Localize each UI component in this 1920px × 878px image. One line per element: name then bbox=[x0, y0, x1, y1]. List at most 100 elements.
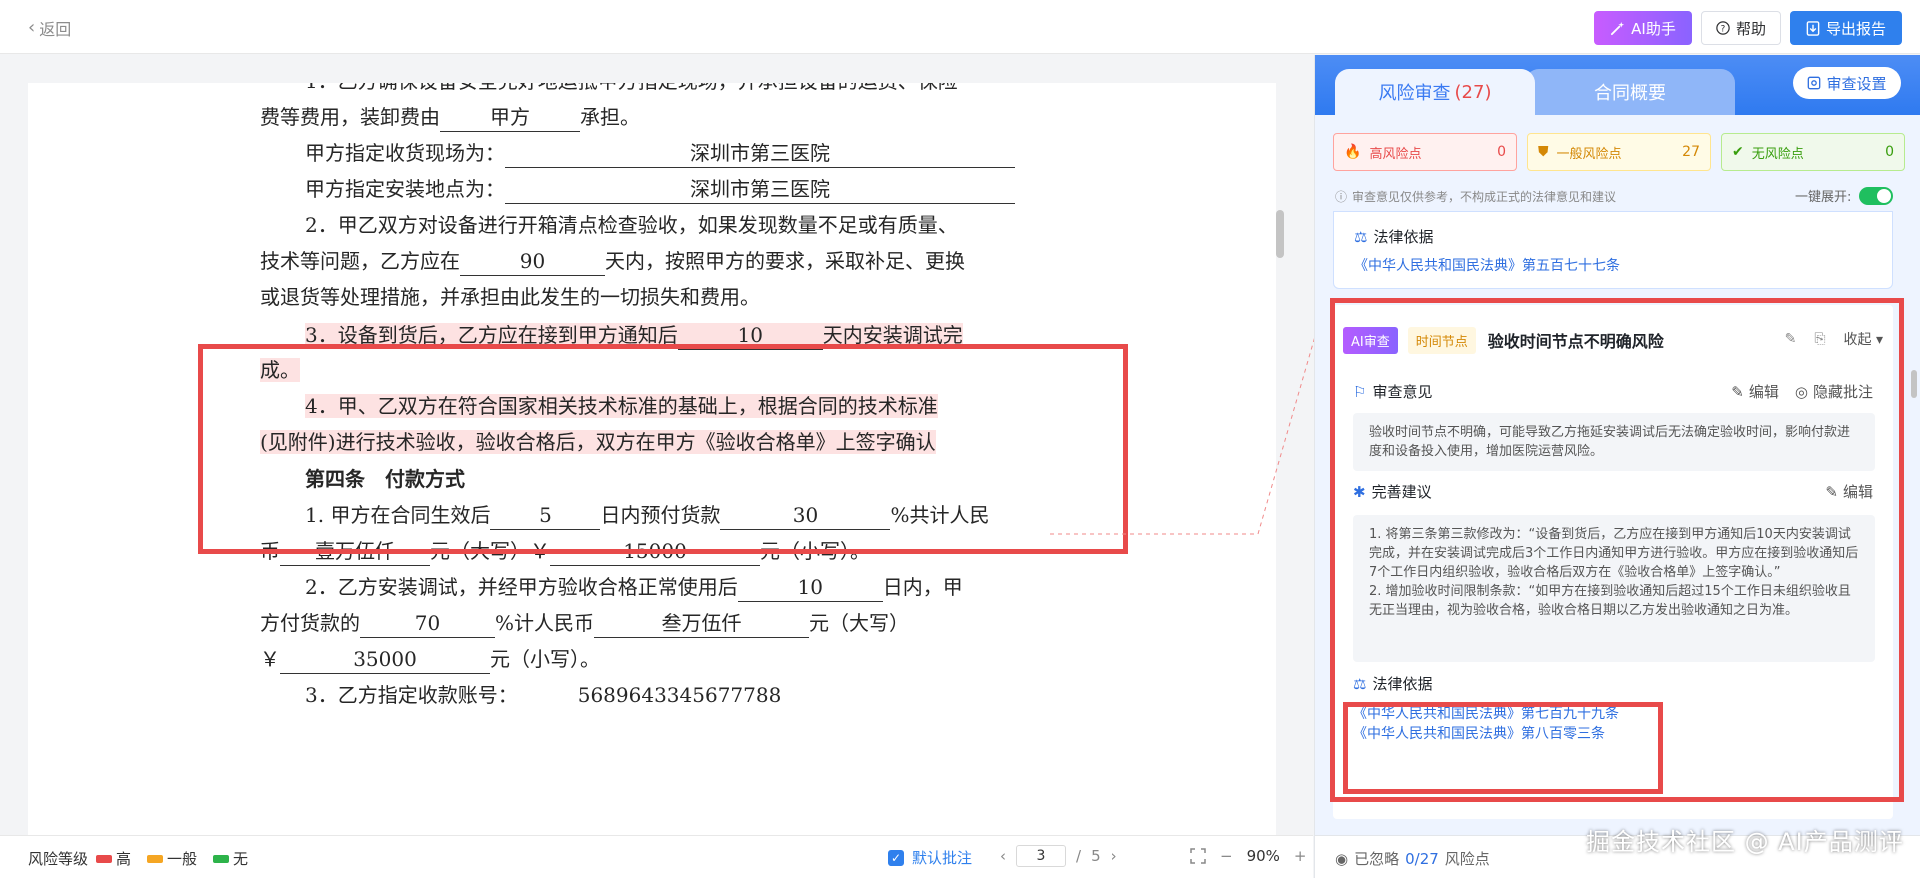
risk-card: AI审查 时间节点 验收时间节点不明确风险 ✎ ⎘ 收起 ▾ ⚐ 审查意见 ✎ 编… bbox=[1333, 305, 1893, 819]
doc-line: 技术等问题，乙方应在 90 天内，按照甲方的要求，采取补足、更换 bbox=[260, 247, 965, 277]
doc-line: 1. 甲方在合同生效后 5 日内预付货款 30 %共计人民 bbox=[305, 501, 989, 531]
toggle-switch[interactable] bbox=[1859, 186, 1894, 205]
doc-line: 或退货等处理措施，并承担由此发生的一切损失和费用。 bbox=[260, 285, 760, 309]
risk-card-header: AI审查 时间节点 验收时间节点不明确风险 ✎ ⎘ 收起 ▾ bbox=[1343, 325, 1883, 355]
doc-line: 1．乙方确保设备安全完好地运抵甲方指定现场，并承担设备的运费、保险 bbox=[305, 83, 958, 97]
zoom-value: 90% bbox=[1246, 847, 1280, 865]
pencil-icon: ✎ bbox=[1825, 482, 1838, 501]
previous-risk-card: ⚖ 法律依据 《中华人民共和国民法典》第五百七十七条 bbox=[1333, 211, 1893, 289]
doc-line: 3．乙方指定收款账号： 5689643345677788 bbox=[305, 683, 782, 707]
document-scrollbar[interactable] bbox=[1276, 210, 1284, 258]
doc-line-highlighted[interactable]: (见附件)进行技术验收，验收合格后，双方在甲方《验收合格单》上签字确认 bbox=[260, 428, 936, 458]
fit-screen-icon[interactable] bbox=[1190, 848, 1206, 864]
prev-page-button[interactable]: ‹ bbox=[1000, 847, 1006, 865]
watermark: 掘金技术社区 @ AI产品测评 bbox=[1586, 828, 1904, 856]
shield-alert-icon: ⛊ bbox=[1538, 144, 1549, 160]
back-label: 返回 bbox=[39, 20, 72, 39]
info-icon: ⓘ bbox=[1335, 190, 1348, 204]
tab-risk-review[interactable]: 风险审查 (27) bbox=[1335, 69, 1535, 115]
law-basis-title: ⚖ 法律依据 bbox=[1354, 227, 1434, 247]
doc-line: 币壹万伍仟 元（大写）￥ 15000 元（小写）。 bbox=[260, 537, 870, 567]
ai-assistant-label: AI助手 bbox=[1631, 19, 1676, 38]
panel-scrollbar[interactable] bbox=[1911, 370, 1917, 398]
export-label: 导出报告 bbox=[1825, 19, 1886, 38]
risk-summary-chips: 🔥 高风险点 0 ⛊ 一般风险点 27 ✔ 无风险点 0 bbox=[1333, 133, 1905, 171]
no-risk-filter[interactable]: ✔ 无风险点 0 bbox=[1721, 133, 1905, 171]
expand-all-toggle[interactable]: 一键展开: bbox=[1795, 186, 1894, 205]
hide-annotation-button[interactable]: ◎ 隐藏批注 bbox=[1795, 381, 1873, 402]
review-settings-button[interactable]: 审查设置 bbox=[1793, 67, 1901, 99]
disclaimer-note: ⓘ 审查意见仅供参考，不构成正式的法律意见和建议 bbox=[1335, 190, 1617, 204]
risk-review-panel: 合同概要 风险审查 (27) 审查设置 🔥 高风险点 0 ⛊ 一般风险点 27 ✔… bbox=[1314, 55, 1920, 878]
check-circle-icon: ✔ bbox=[1732, 144, 1744, 160]
pagination: ‹ 3 / 5 › bbox=[1000, 845, 1117, 867]
suggestion-text: 1. 将第三条第三款修改为：“设备到货后，乙方应在接到甲方通知后10天内安装调试… bbox=[1353, 515, 1875, 662]
opinion-tools: ✎ 编辑 ◎ 隐藏批注 bbox=[1731, 381, 1873, 402]
export-report-button[interactable]: 导出报告 bbox=[1790, 11, 1902, 45]
help-button[interactable]: ? 帮助 bbox=[1701, 11, 1781, 45]
chevron-left-icon: ‹ bbox=[28, 17, 36, 38]
suggestion-tools: ✎ 编辑 bbox=[1825, 481, 1873, 502]
back-button[interactable]: ‹ 返回 bbox=[28, 16, 71, 40]
zoom-controls: − 90% + bbox=[1190, 847, 1307, 865]
doc-line-highlighted[interactable]: 3．设备到货后，乙方应在接到甲方通知后 10 天内安装调试完 bbox=[305, 321, 963, 351]
copy-icon[interactable]: ⎘ bbox=[1814, 331, 1825, 347]
help-label: 帮助 bbox=[1735, 19, 1766, 38]
ai-assistant-button[interactable]: AI助手 bbox=[1594, 11, 1692, 45]
doc-line-highlighted[interactable]: 4．甲、乙双方在符合国家相关技术标准的基础上，根据合同的技术标准 bbox=[305, 392, 938, 422]
question-icon: ? bbox=[1716, 21, 1730, 35]
medium-risk-filter[interactable]: ⛊ 一般风险点 27 bbox=[1527, 133, 1711, 171]
doc-line: 2．甲乙双方对设备进行开箱清点检查验收，如果发现数量不足或有质量、 bbox=[305, 213, 958, 237]
top-bar: ‹ 返回 AI助手 ? 帮助 导出报告 bbox=[0, 0, 1920, 54]
legend-high: 高 bbox=[96, 848, 131, 869]
doc-line: 甲方指定安装地点为： 深圳市第三医院 bbox=[305, 175, 1015, 205]
default-annotation-label: 默认批注 bbox=[912, 849, 973, 867]
tab-contract-overview[interactable]: 合同概要 bbox=[1525, 69, 1735, 115]
zoom-out-button[interactable]: − bbox=[1220, 847, 1233, 865]
doc-line: ￥ 35000 元（小写）。 bbox=[260, 645, 600, 675]
default-annotation-checkbox[interactable]: ✓ 默认批注 bbox=[888, 847, 972, 868]
law-link[interactable]: 《中华人民共和国民法典》第八百零三条 bbox=[1353, 723, 1619, 743]
edit-icon[interactable]: ✎ bbox=[1785, 331, 1797, 347]
law-basis-title: ⚖ 法律依据 bbox=[1353, 674, 1433, 694]
zoom-in-button[interactable]: + bbox=[1294, 847, 1307, 865]
risk-count: (27) bbox=[1454, 81, 1492, 103]
page-input[interactable]: 3 bbox=[1016, 845, 1066, 867]
flame-icon: 🔥 bbox=[1344, 144, 1362, 160]
ignored-risks[interactable]: ◉ 已忽略 0/27 风险点 bbox=[1335, 848, 1490, 869]
edit-suggestion-button[interactable]: ✎ 编辑 bbox=[1825, 481, 1873, 502]
opinion-text: 验收时间节点不明确，可能导致乙方拖延安装调试后无法确定验收时间，影响付款进度和设… bbox=[1353, 413, 1875, 471]
next-page-button[interactable]: › bbox=[1111, 847, 1117, 865]
bottom-toolbar: 风险等级 高 一般 无 ✓ 默认批注 ‹ 3 / 5 › − 90% + bbox=[0, 835, 1313, 878]
legend-none: 无 bbox=[213, 848, 248, 869]
magic-wand-icon bbox=[1611, 21, 1625, 35]
legend-medium: 一般 bbox=[147, 848, 197, 869]
page-separator: / bbox=[1076, 847, 1082, 865]
high-risk-filter[interactable]: 🔥 高风险点 0 bbox=[1333, 133, 1517, 171]
review-icon: ⚐ bbox=[1353, 382, 1367, 401]
law-link[interactable]: 《中华人民共和国民法典》第七百九十九条 bbox=[1353, 703, 1619, 723]
law-link[interactable]: 《中华人民共和国民法典》第五百七十七条 bbox=[1354, 255, 1620, 275]
collapse-button[interactable]: 收起 ▾ bbox=[1844, 329, 1883, 349]
checkmark-icon: ✓ bbox=[888, 849, 904, 866]
risk-title: 验收时间节点不明确风险 bbox=[1487, 332, 1664, 351]
doc-line-highlighted[interactable]: 成。 bbox=[260, 356, 300, 386]
eye-off-icon: ◎ bbox=[1794, 382, 1808, 401]
scale-icon: ⚖ bbox=[1354, 227, 1368, 246]
card-tools: ✎ ⎘ 收起 ▾ bbox=[1785, 329, 1883, 349]
settings-icon bbox=[1808, 76, 1821, 90]
opinion-title: ⚐ 审查意见 bbox=[1353, 382, 1433, 402]
section-heading: 第四条 付款方式 bbox=[305, 467, 465, 491]
law-links: 《中华人民共和国民法典》第七百九十九条 《中华人民共和国民法典》第八百零三条 bbox=[1353, 703, 1619, 743]
doc-line: 方付货款的 70 %计人民币 叁万伍仟 元（大写） bbox=[260, 609, 909, 639]
suggestion-title: ✱ 完善建议 bbox=[1353, 482, 1432, 502]
panel-body: 🔥 高风险点 0 ⛊ 一般风险点 27 ✔ 无风险点 0 ⓘ 审查意见仅供参考，… bbox=[1315, 115, 1920, 878]
risk-legend: 风险等级 高 一般 无 bbox=[28, 848, 256, 869]
suggestion-icon: ✱ bbox=[1353, 482, 1366, 501]
document-viewer: 1．乙方确保设备安全完好地运抵甲方指定现场，并承担设备的运费、保险 费等费用，装… bbox=[0, 55, 1313, 835]
svg-text:?: ? bbox=[1721, 25, 1726, 35]
ai-review-badge: AI审查 bbox=[1343, 326, 1398, 354]
eye-icon: ◉ bbox=[1335, 849, 1349, 868]
panel-header: 合同概要 风险审查 (27) 审查设置 bbox=[1315, 55, 1920, 115]
edit-opinion-button[interactable]: ✎ 编辑 bbox=[1731, 381, 1779, 402]
